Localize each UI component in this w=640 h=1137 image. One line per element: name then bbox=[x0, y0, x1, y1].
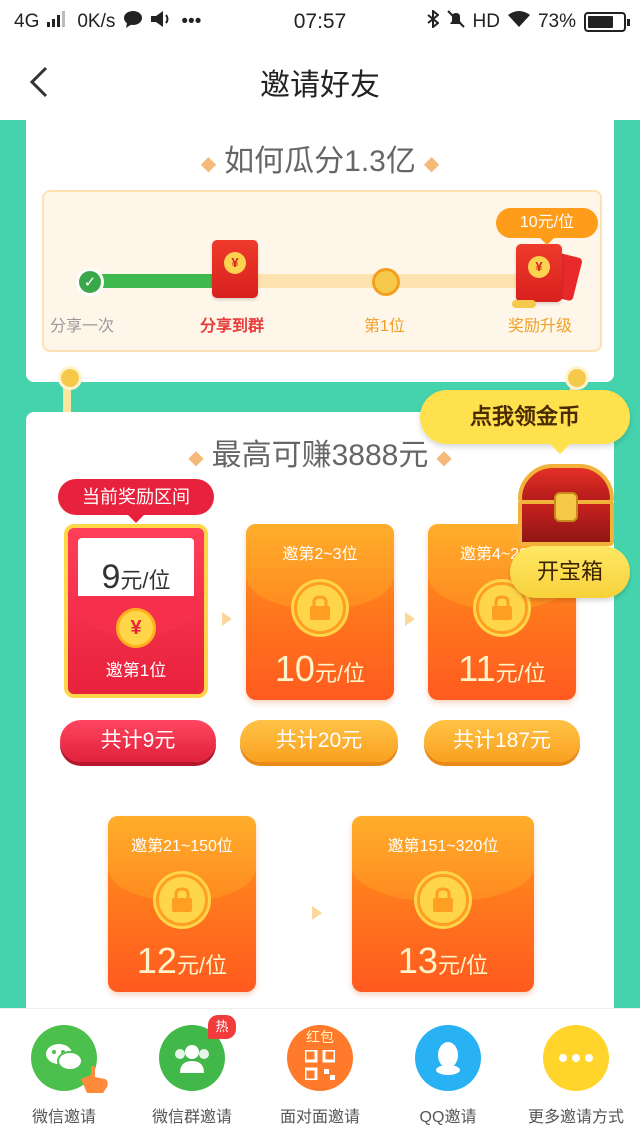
tier-card-5[interactable]: 邀第151~320位 13元/位 bbox=[352, 816, 534, 992]
share-more[interactable]: 更多邀请方式 bbox=[512, 1009, 640, 1137]
arrow-right-icon bbox=[222, 612, 232, 626]
back-button[interactable] bbox=[22, 62, 62, 102]
wifi-icon bbox=[507, 11, 530, 33]
share-label: 更多邀请方式 bbox=[527, 1109, 624, 1126]
qrcode-icon: 红包 bbox=[287, 1025, 353, 1091]
progress-flow: ✓ ¥ ¥ 10元/位 分享一次 分享到群 第1位 奖励升级 bbox=[42, 190, 602, 352]
gold-dot-icon bbox=[372, 268, 400, 296]
share-bar: 微信邀请 热 微信群邀请 红包 面对面邀请 QQ邀请 更多邀请方式 bbox=[0, 1008, 640, 1137]
lock-icon bbox=[417, 874, 469, 926]
vibrate-icon bbox=[151, 11, 173, 33]
more-dots-icon: ••• bbox=[181, 11, 202, 32]
signal-icon bbox=[47, 11, 69, 33]
tier-range: 邀第2~3位 bbox=[282, 546, 358, 563]
hot-badge: 热 bbox=[208, 1015, 236, 1039]
tier-amount-number: 12 bbox=[136, 940, 177, 981]
tier-card-4[interactable]: 邀第21~150位 12元/位 bbox=[108, 816, 256, 992]
share-wechat-group[interactable]: 热 微信群邀请 bbox=[128, 1009, 256, 1137]
chat-icon bbox=[123, 10, 143, 34]
clock: 07:57 bbox=[293, 10, 347, 33]
qq-icon bbox=[415, 1025, 481, 1091]
open-chest-button[interactable]: 开宝箱 bbox=[510, 546, 630, 598]
battery-fill bbox=[588, 16, 613, 28]
share-face-to-face[interactable]: 红包 面对面邀请 bbox=[256, 1009, 384, 1137]
tier-card-2[interactable]: 邀第2~3位 10元/位 bbox=[246, 524, 394, 700]
yuan-coin-icon: ¥ bbox=[528, 256, 550, 278]
status-bar: 4G 0K/s ••• 07:57 HD 73% bbox=[0, 0, 640, 44]
red-envelope-reward-icon: ¥ bbox=[516, 244, 562, 302]
decoration-right-icon: ◆ bbox=[423, 152, 440, 175]
hd-label: HD bbox=[472, 11, 500, 32]
share-label: 微信群邀请 bbox=[151, 1109, 232, 1126]
bluetooth-icon bbox=[426, 8, 440, 34]
tier-amount-number: 13 bbox=[397, 940, 438, 981]
yuan-coin-icon: ¥ bbox=[116, 608, 156, 648]
tier-amount: 13元/位 bbox=[352, 940, 534, 982]
decoration-left-icon: ◆ bbox=[200, 152, 217, 175]
tier-amount: 10元/位 bbox=[246, 648, 394, 690]
tier-amount-number: 11 bbox=[458, 648, 496, 689]
total-button-2[interactable]: 共计20元 bbox=[240, 720, 398, 762]
current-tier-unit: 元/位 bbox=[120, 568, 171, 593]
treasure-chest-icon[interactable] bbox=[514, 464, 618, 550]
more-icon bbox=[543, 1025, 609, 1091]
step-label-1: 分享一次 bbox=[50, 318, 115, 335]
current-tier-card[interactable]: 9元/位 ¥ 邀第1位 bbox=[64, 524, 208, 698]
total-button-3[interactable]: 共计187元 bbox=[424, 720, 580, 762]
lock-icon bbox=[156, 874, 208, 926]
share-label: QQ邀请 bbox=[419, 1109, 477, 1126]
current-tier-amount: 9 bbox=[101, 558, 121, 596]
tier-amount-unit: 元/位 bbox=[176, 953, 228, 978]
step-label-4: 奖励升级 bbox=[508, 318, 573, 335]
decoration-right-icon: ◆ bbox=[436, 446, 452, 469]
current-tier-label: 邀第1位 bbox=[105, 661, 167, 680]
gold-ingot-icon bbox=[512, 300, 536, 308]
tier-amount: 11元/位 bbox=[428, 648, 576, 690]
decoration-left-icon: ◆ bbox=[188, 446, 204, 469]
chest-latch bbox=[554, 492, 578, 522]
share-label: 微信邀请 bbox=[31, 1109, 96, 1126]
lock-icon bbox=[294, 582, 346, 634]
tier-amount: 12元/位 bbox=[108, 940, 256, 982]
tier-amount-unit: 元/位 bbox=[314, 661, 366, 686]
total-button-1[interactable]: 共计9元 bbox=[60, 720, 216, 762]
how-section-title-text: 如何瓜分1.3亿 bbox=[224, 145, 416, 178]
hand-pointer-icon bbox=[81, 1066, 108, 1093]
earn-section-title-text: 最高可赚3888元 bbox=[211, 439, 429, 472]
network-speed: 0K/s bbox=[77, 11, 116, 32]
share-label: 面对面邀请 bbox=[279, 1109, 360, 1126]
mute-bell-icon bbox=[446, 10, 465, 34]
tier-range: 邀第21~150位 bbox=[131, 838, 233, 855]
battery-percent: 73% bbox=[537, 11, 576, 32]
arrow-right-icon bbox=[312, 906, 322, 920]
battery-icon bbox=[584, 12, 630, 32]
wechat-icon bbox=[31, 1025, 108, 1093]
tier-range: 邀第151~320位 bbox=[387, 838, 499, 855]
share-wechat[interactable]: 微信邀请 bbox=[0, 1009, 128, 1137]
tier-amount-number: 10 bbox=[274, 648, 315, 689]
hongbao-text: 红包 bbox=[306, 1029, 334, 1045]
reward-bubble: 10元/位 bbox=[496, 208, 598, 245]
arrow-right-icon bbox=[405, 612, 415, 626]
how-section-card: ◆ 如何瓜分1.3亿 ◆ ✓ ¥ ¥ 10元/位 分享一次 分享到群 第1位 奖励升… bbox=[26, 120, 614, 382]
tier-amount-unit: 元/位 bbox=[437, 953, 489, 978]
how-section-title: ◆ 如何瓜分1.3亿 ◆ bbox=[26, 136, 614, 180]
check-icon: ✓ bbox=[76, 268, 104, 296]
tier-amount-unit: 元/位 bbox=[495, 661, 546, 686]
claim-coins-button[interactable]: 点我领金币 bbox=[420, 390, 630, 454]
current-tier-tag: 当前奖励区间 bbox=[58, 479, 214, 523]
network-label: 4G bbox=[14, 11, 40, 32]
yuan-coin-icon: ¥ bbox=[224, 252, 246, 274]
nav-bar: 邀请好友 bbox=[0, 44, 640, 120]
red-envelope-icon: ¥ bbox=[212, 240, 258, 298]
chevron-left-icon bbox=[29, 66, 48, 98]
share-qq[interactable]: QQ邀请 bbox=[384, 1009, 512, 1137]
step-label-3: 第1位 bbox=[364, 318, 405, 335]
step-label-2: 分享到群 bbox=[200, 318, 265, 335]
page-title: 邀请好友 bbox=[260, 69, 380, 102]
